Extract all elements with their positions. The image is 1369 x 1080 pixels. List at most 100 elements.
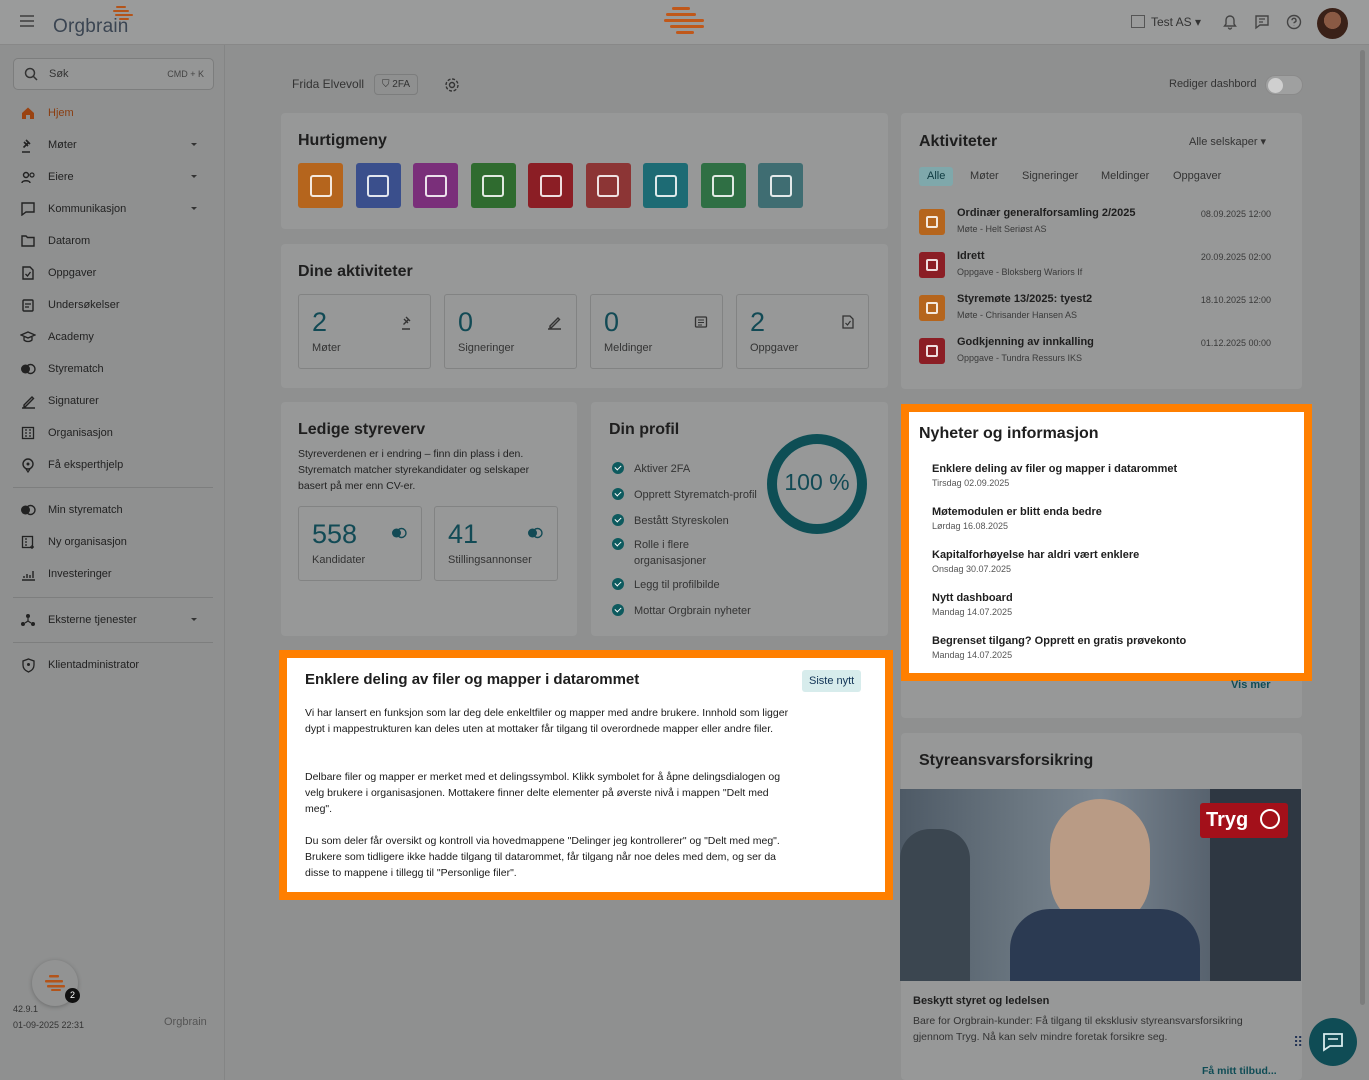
scrollbar[interactable] — [1360, 50, 1365, 1005]
activity-subtitle: Møte - Chrisander Hansen AS — [957, 310, 1078, 320]
chat-support-button[interactable] — [1309, 1018, 1357, 1066]
sidebar-item-ny-organisasjon[interactable]: Ny organisasjon — [20, 533, 205, 551]
activity-subtitle: Oppgave - Bloksberg Wariors If — [957, 267, 1083, 277]
check-circle-icon — [612, 538, 624, 550]
sidebar-item-eksperthjelp[interactable]: Få eksperthjelp — [20, 456, 205, 474]
quick-menu-academy-button[interactable] — [643, 163, 688, 208]
sidebar-item-styrematch[interactable]: Styrematch — [20, 360, 205, 378]
tab-signeringer[interactable]: Signeringer — [1022, 167, 1078, 186]
sidebar-item-hjem[interactable]: Hjem — [20, 104, 205, 122]
sidebar-item-moter[interactable]: Møter — [20, 136, 205, 154]
sidebar-item-klientadministrator[interactable]: Klientadministrator — [20, 656, 205, 674]
stat-number: 2 — [312, 307, 328, 337]
quick-menu-gavel-button[interactable] — [298, 163, 343, 208]
check-circle-icon — [612, 514, 624, 526]
stat-moter[interactable]: 2 Møter — [298, 294, 431, 369]
news-item-title: Møtemodulen er blitt enda bedre — [932, 506, 1102, 518]
sidebar-item-academy[interactable]: Academy — [20, 328, 205, 346]
stat-label: Stillingsannonser — [448, 554, 532, 566]
tab-meldinger[interactable]: Meldinger — [1101, 167, 1149, 186]
stat-meldinger[interactable]: 0 Meldinger — [590, 294, 723, 369]
sidebar-item-label: Eiere — [48, 171, 74, 183]
sidebar-item-organisasjon[interactable]: Organisasjon — [20, 424, 205, 442]
insurance-cta-link[interactable]: Få mitt tilbud... — [1202, 1065, 1277, 1077]
sidebar-item-eksterne-tjenester[interactable]: Eksterne tjenester — [20, 611, 205, 629]
quick-menu-alert-button[interactable] — [413, 163, 458, 208]
match-icon — [20, 502, 36, 518]
activity-row[interactable]: Styremøte 13/2025: tyest2 Møte - Chrisand… — [919, 293, 1271, 327]
quick-menu-task-button[interactable] — [528, 163, 573, 208]
gear-icon[interactable] — [444, 77, 460, 93]
sidebar-item-eiere[interactable]: Eiere — [20, 168, 205, 186]
drag-handle-icon[interactable]: ⠿ — [1293, 1034, 1303, 1051]
sidebar-item-label: Organisasjon — [48, 427, 113, 439]
news-item[interactable]: Enklere deling av filer og mapper i data… — [932, 463, 1177, 488]
quick-menu-people-button[interactable] — [355, 163, 401, 208]
orgbrain-center-logo-icon[interactable] — [662, 5, 708, 39]
company-selector[interactable]: Test AS ▾ — [1131, 15, 1201, 29]
search-shortcut: CMD + K — [167, 69, 204, 79]
tab-alle[interactable]: Alle — [919, 167, 954, 186]
chevron-down-icon[interactable] — [191, 207, 197, 210]
version-info: 42.9.1 01-09-2025 22:31 — [13, 1001, 84, 1033]
news-item[interactable]: Nytt dashboard Mandag 14.07.2025 — [932, 592, 1013, 617]
search-input[interactable]: Søk CMD + K — [13, 58, 214, 90]
article-paragraph: Du som deler får oversikt og kontroll vi… — [305, 835, 780, 879]
news-item[interactable]: Kapitalforhøyelse har aldri vært enklere… — [932, 549, 1139, 574]
tab-oppgaver[interactable]: Oppgaver — [1173, 167, 1221, 186]
activity-row[interactable]: Idrett Oppgave - Bloksberg Wariors If 20.0… — [919, 250, 1271, 284]
pen-icon — [20, 393, 36, 409]
activity-date: 01.12.2025 00:00 — [1200, 338, 1271, 348]
menu-icon[interactable] — [20, 15, 34, 27]
activity-title: Styremøte 13/2025: tyest2 — [957, 293, 1093, 305]
messages-icon[interactable] — [1254, 14, 1270, 30]
help-icon[interactable] — [1286, 14, 1302, 30]
article-paragraph: Vi har lansert en funksjon som lar deg d… — [305, 707, 789, 735]
sidebar-item-datarom[interactable]: Datarom — [20, 232, 205, 250]
top-bar: Orgbrain Test AS ▾ — [0, 0, 1369, 45]
my-activities-title: Dine aktiviteter — [298, 263, 413, 280]
news-item-date: Onsdag 30.07.2025 — [932, 564, 1012, 574]
quick-menu-folder-button[interactable] — [470, 163, 516, 208]
show-more-link[interactable]: Vis mer — [1231, 679, 1271, 691]
tab-moter[interactable]: Møter — [970, 167, 999, 186]
sidebar-item-investeringer[interactable]: Investeringer — [20, 565, 205, 583]
activity-row[interactable]: Godkjenning av innkalling Oppgave - Tundr… — [919, 336, 1271, 370]
sidebar-item-min-styrematch[interactable]: Min styrematch — [20, 501, 205, 519]
expert-icon — [20, 457, 36, 473]
company-filter[interactable]: Alle selskaper ▾ — [1189, 135, 1266, 148]
chevron-down-icon[interactable] — [191, 143, 197, 146]
edit-dashboard-toggle[interactable] — [1265, 75, 1303, 95]
sidebar-item-kommunikasjon[interactable]: Kommunikasjon — [20, 200, 205, 218]
stat-oppgaver[interactable]: 2 Oppgaver — [736, 294, 869, 369]
home-icon — [20, 105, 36, 121]
bell-icon[interactable] — [1222, 14, 1238, 30]
sidebar-item-label: Academy — [48, 331, 94, 343]
chevron-down-icon: ▾ — [1260, 136, 1267, 148]
sidebar-item-oppgaver[interactable]: Oppgaver — [20, 264, 205, 282]
check-circle-icon — [612, 604, 624, 616]
stat-label: Møter — [312, 342, 341, 354]
stat-signeringer[interactable]: 0 Signeringer — [444, 294, 577, 369]
edit-dashboard-label: Rediger dashbord — [1169, 78, 1257, 90]
chevron-down-icon[interactable] — [191, 175, 197, 178]
stat-stillingsannonser[interactable]: 41 Stillingsannonser — [434, 506, 558, 581]
activity-title: Godkjenning av innkalling — [957, 336, 1094, 348]
board-positions-description: Styreverdenen er i endring – finn din pl… — [298, 448, 530, 492]
quick-menu-building-settings-button[interactable] — [758, 163, 803, 208]
stat-kandidater[interactable]: 558 Kandidater — [298, 506, 422, 581]
folder-icon — [20, 233, 36, 249]
insurance-description: Bare for Orgbrain-kunder: Få tilgang til… — [913, 1015, 1243, 1043]
chevron-down-icon[interactable] — [191, 618, 197, 621]
user-avatar[interactable] — [1317, 8, 1348, 39]
activity-row[interactable]: Ordinær generalforsamling 2/2025 Møte - H… — [919, 207, 1271, 241]
news-item[interactable]: Møtemodulen er blitt enda bedre Lørdag 16… — [932, 506, 1102, 531]
sidebar-item-signaturer[interactable]: Signaturer — [20, 392, 205, 410]
task-icon — [919, 252, 945, 278]
sidebar-item-undersokelser[interactable]: Undersøkelser — [20, 296, 205, 314]
quick-menu-survey-button[interactable] — [585, 163, 631, 208]
quick-menu-match-button[interactable] — [700, 163, 746, 208]
news-item[interactable]: Begrenset tilgang? Opprett en gratis prø… — [932, 635, 1186, 660]
profile-checklist-item: Bestått Styreskolen — [612, 513, 762, 529]
alert-icon — [424, 174, 447, 197]
